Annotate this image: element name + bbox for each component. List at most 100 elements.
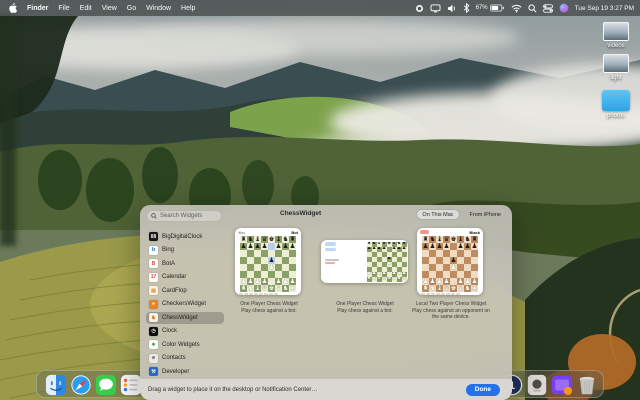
board-square <box>450 278 457 285</box>
white-piece: ♜ <box>367 277 371 282</box>
battery-indicator[interactable]: 67% <box>476 4 505 12</box>
menu-app-name[interactable]: Finder <box>27 5 48 12</box>
sidebar-item-label: BigDigitalClock <box>162 234 202 240</box>
screen-record-icon[interactable] <box>415 4 424 13</box>
sidebar-item-cardflop[interactable]: ▤CardFlop <box>146 285 224 297</box>
menu-file[interactable]: File <box>58 5 69 12</box>
board-square <box>457 271 464 278</box>
menu-window[interactable]: Window <box>146 5 171 12</box>
sidebar-item-chesswidget[interactable]: ♞ChessWidget <box>146 312 224 324</box>
sidebar-item-label: ChessWidget <box>162 315 198 321</box>
app-icon: 88 <box>149 232 158 241</box>
white-piece: ♟ <box>283 278 289 284</box>
siri-icon[interactable] <box>559 3 569 13</box>
widget-one-player-small[interactable]: You Bot ♜♞♝♛♚♝♞♜♟♟♟♟♟♟♟♟♟♟♟♟♟♟♟♟♜♞♝♛♚♝♞♜ <box>235 228 301 295</box>
app-icon: ☻ <box>149 354 158 363</box>
menubar-clock[interactable]: Tue Sep 19 3:27 PM <box>575 5 634 12</box>
black-piece: ♝ <box>276 236 282 242</box>
sidebar-item-bing[interactable]: bBing <box>146 244 224 256</box>
board-square: ♟ <box>261 278 268 285</box>
black-piece: ♛ <box>444 236 450 242</box>
sidebar-item-color-widgets[interactable]: ❖Color Widgets <box>146 339 224 351</box>
sidebar-item-bota[interactable]: BBotA <box>146 258 224 270</box>
desktop-folder-photos[interactable]: photos <box>598 90 634 119</box>
volume-icon[interactable] <box>447 4 457 13</box>
board-square <box>289 257 296 264</box>
board-square: ♝ <box>436 285 443 292</box>
board-square <box>261 250 268 257</box>
wifi-icon[interactable] <box>511 4 522 13</box>
board-square: ♟ <box>457 243 464 250</box>
board-square <box>443 257 450 264</box>
app-icon: 17 <box>149 273 158 282</box>
board-square: ♜ <box>471 285 478 292</box>
white-piece: ♟ <box>444 278 450 284</box>
menu-help[interactable]: Help <box>181 5 195 12</box>
search-placeholder: Search Widgets <box>160 213 202 219</box>
widget-search-field[interactable]: Search Widgets <box>146 210 222 222</box>
board-square <box>450 271 457 278</box>
dock-trash-icon[interactable] <box>576 374 598 396</box>
white-piece: ♚ <box>269 285 275 291</box>
dock-purple-app-icon[interactable] <box>551 374 573 396</box>
sidebar-item-calendar[interactable]: 17Calendar <box>146 271 224 283</box>
sidebar-item-developer[interactable]: ⚒Developer <box>146 366 224 377</box>
board-square <box>282 250 289 257</box>
board-square: ♜ <box>289 285 296 292</box>
dock-safari-icon[interactable] <box>70 374 92 396</box>
black-piece: ♟ <box>269 257 275 263</box>
apple-menu-icon[interactable] <box>8 3 17 13</box>
board-square <box>443 264 450 271</box>
desktop-file-videos[interactable]: videos <box>598 22 634 49</box>
board-square: ♟ <box>268 264 275 271</box>
board-square: ♟ <box>282 243 289 250</box>
dock-gray-app-icon[interactable] <box>526 374 548 396</box>
tab-on-this-mac[interactable]: On This Mac <box>416 209 459 220</box>
board-square: ♛ <box>443 236 450 243</box>
source-tabs: On This Mac From iPhone <box>416 209 506 220</box>
board-square <box>282 264 289 271</box>
board-square <box>254 271 261 278</box>
board-square: ♜ <box>289 236 296 243</box>
white-piece: ♟ <box>458 278 464 284</box>
board-square: ♚ <box>268 236 275 243</box>
bluetooth-icon[interactable] <box>463 3 470 13</box>
chess-board-brown: ♜♞♝♛♚♝♞♜♟♟♟♟♟♟♟♟♟♟♟♟♟♟♟♟♜♞♝♛♚♝♞♜ <box>422 236 478 292</box>
menu-go[interactable]: Go <box>127 5 136 12</box>
white-piece: ♚ <box>451 285 457 291</box>
dock-messages-icon[interactable] <box>95 374 117 396</box>
done-button[interactable]: Done <box>466 384 500 396</box>
dock-finder-icon[interactable] <box>45 374 67 396</box>
control-center-icon[interactable] <box>543 4 553 13</box>
board-square: ♟ <box>436 278 443 285</box>
board-square: ♜ <box>471 236 478 243</box>
white-piece: ♜ <box>423 285 429 291</box>
board-square <box>436 250 443 257</box>
board-square: ♝ <box>275 236 282 243</box>
desktop-file-light[interactable]: light <box>598 54 634 81</box>
menu-edit[interactable]: Edit <box>80 5 92 12</box>
black-piece: ♝ <box>458 236 464 242</box>
widget-info-pane <box>321 240 367 283</box>
board-square <box>275 264 282 271</box>
display-icon[interactable] <box>430 4 441 13</box>
dock-reminders-icon[interactable] <box>120 374 142 396</box>
battery-percent: 67% <box>476 5 488 11</box>
tab-from-iphone[interactable]: From iPhone <box>465 210 507 219</box>
sidebar-item-clock[interactable]: ◷Clock <box>146 325 224 337</box>
spotlight-search-icon[interactable] <box>528 4 537 13</box>
board-square <box>429 257 436 264</box>
sidebar-item-label: BotA <box>162 261 175 267</box>
sidebar-item-bigdigitalclock[interactable]: 88 BigDigitalClock <box>146 231 224 243</box>
sidebar-item-checkerswidget[interactable]: ●CheckersWidget <box>146 298 224 310</box>
black-piece: ♟ <box>276 243 282 249</box>
sidebar-item-contacts[interactable]: ☻Contacts <box>146 352 224 364</box>
board-square: ♟ <box>240 278 247 285</box>
widget-two-player-small[interactable]: Black ♜♞♝♛♚♝♞♜♟♟♟♟♟♟♟♟♟♟♟♟♟♟♟♟♜♞♝♛♚♝♞♜ <box>417 228 483 295</box>
board-square <box>247 257 254 264</box>
widget-one-player-medium[interactable]: ♜♞♝♛♚♝♞♜♟♟♟♟♟♟♟♟♟♟♟♟♟♟♟♟♜♞♝♛♚♝♞♜ <box>321 240 408 283</box>
menu-view[interactable]: View <box>102 5 117 12</box>
board-square <box>422 264 429 271</box>
white-piece: ♝ <box>276 285 282 291</box>
board-square <box>471 250 478 257</box>
